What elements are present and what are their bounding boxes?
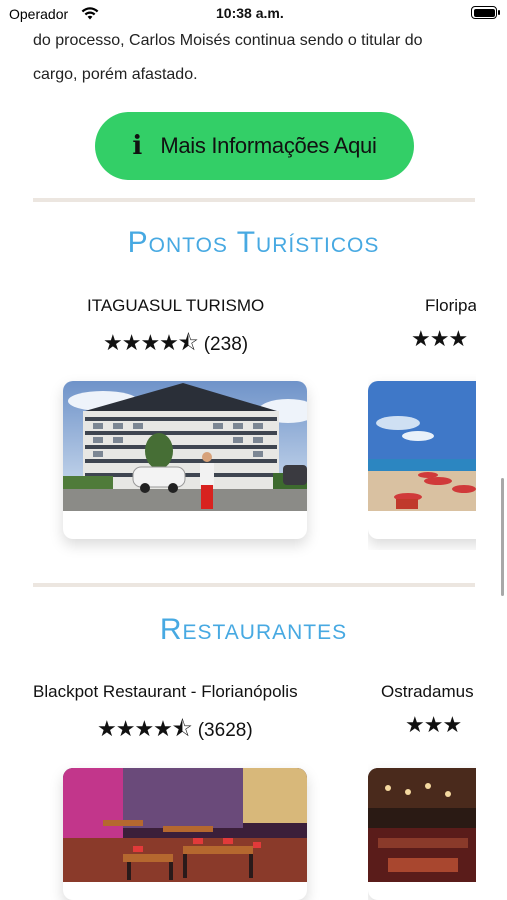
restaurant-bar-photo	[368, 768, 476, 882]
restaurant-card-name[interactable]: Ostradamus	[381, 682, 474, 702]
more-info-label: Mais Informações Aqui	[160, 133, 377, 158]
battery-icon	[471, 6, 500, 19]
star-rating-icon: ★★★★⯪	[97, 716, 193, 741]
beach-photo	[368, 381, 476, 511]
restaurant-card-name[interactable]: Blackpot Restaurant - Florianópolis	[33, 682, 298, 702]
tourist-card-2-clip: Floripa ★★★	[368, 290, 476, 550]
article-line: do processo, Carlos Moisés continua send…	[33, 32, 423, 49]
restaurant-card-image[interactable]	[368, 768, 476, 900]
rating-stars: ★★★★⯪ (238)	[103, 326, 248, 364]
carrier-label: Operador	[9, 6, 69, 22]
more-info-button[interactable]: i Mais Informações Aqui	[95, 112, 414, 180]
restaurant-interior-photo	[63, 768, 307, 882]
tourist-card-name[interactable]: Floripa	[425, 296, 476, 316]
rating-stars: ★★★	[405, 712, 462, 737]
hotel-building-photo	[63, 381, 307, 511]
tourist-card-image[interactable]	[63, 381, 307, 539]
rating-stars: ★★★	[411, 326, 468, 351]
tourist-card-image[interactable]	[368, 381, 476, 539]
article-line: cargo, porém afastado.	[33, 66, 198, 83]
scroll-indicator[interactable]	[501, 478, 504, 596]
review-count: (3628)	[197, 720, 253, 741]
section-divider	[33, 583, 475, 587]
restaurant-card-image[interactable]	[63, 768, 307, 900]
clock: 10:38 a.m.	[216, 5, 284, 21]
rating-stars: ★★★★⯪ (3628)	[97, 712, 253, 750]
info-icon: i	[132, 131, 143, 161]
wifi-icon	[81, 7, 99, 20]
star-rating-icon: ★★★★⯪	[103, 330, 199, 355]
tourist-section-title: Pontos Turísticos	[127, 226, 380, 259]
restaurant-card-2-clip: Ostradamus ★★★	[368, 676, 476, 900]
article-text: do processo, Carlos Moisés continua send…	[33, 24, 473, 92]
review-count: (238)	[203, 334, 249, 355]
section-divider	[33, 198, 475, 202]
tourist-card-name[interactable]: ITAGUASUL TURISMO	[87, 296, 264, 316]
restaurant-section-title: Restaurantes	[159, 613, 348, 646]
